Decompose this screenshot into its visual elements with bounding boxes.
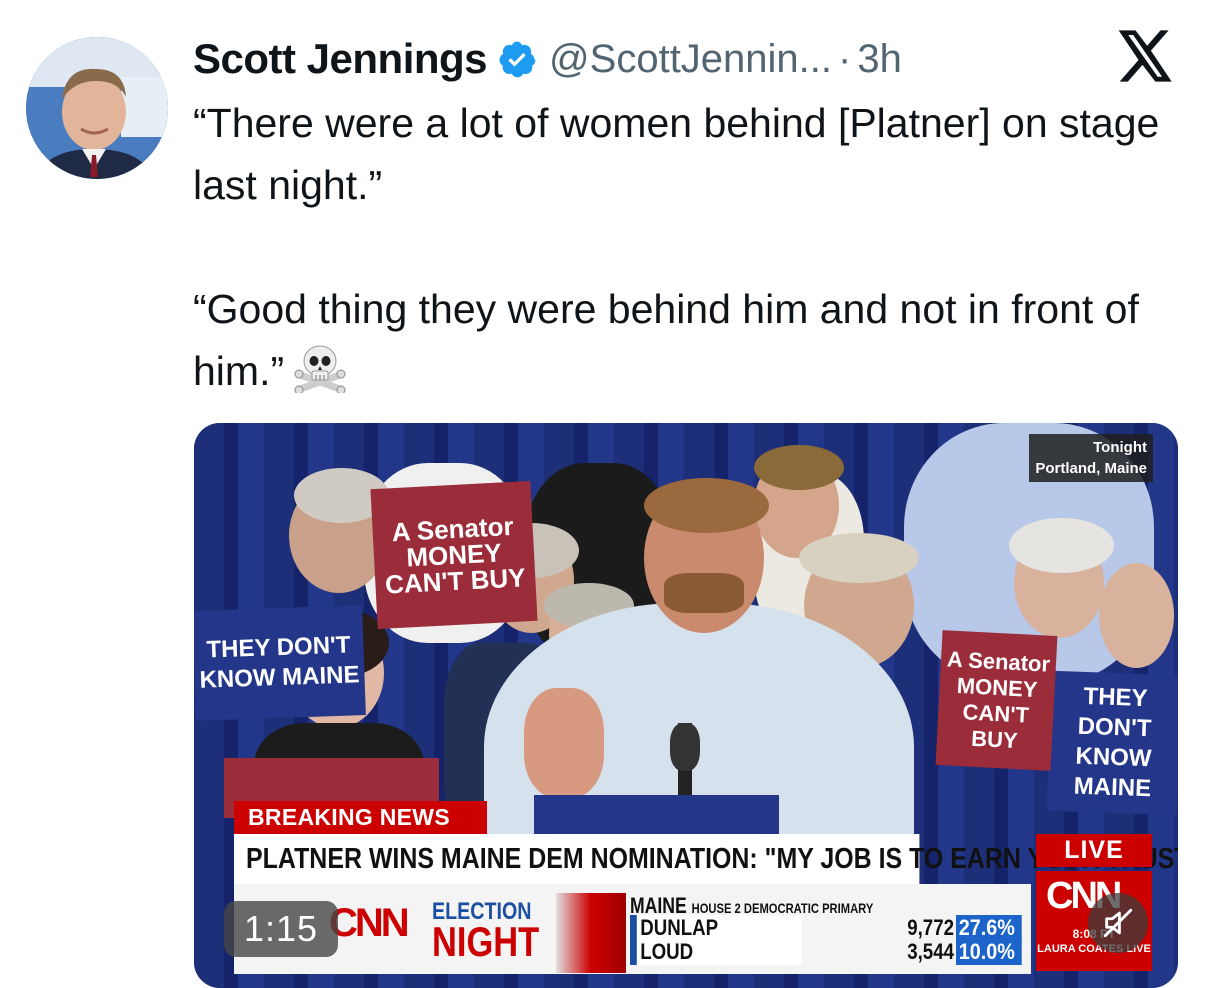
breaking-news-label: BREAKING NEWS	[234, 801, 487, 834]
skull-crossbones-icon	[294, 341, 346, 395]
crowd-sign: THEY DON'T KNOW MAINE	[1046, 670, 1178, 816]
election-night-label: ELECTION NIGHT	[432, 898, 540, 965]
author-handle[interactable]: @ScottJennin...	[549, 37, 832, 82]
video-timer: 1:15	[224, 901, 338, 957]
crowd-sign: THEY DON'T KNOW MAINE	[194, 605, 366, 721]
result-row: LOUD 3,544 10.0%	[630, 938, 1030, 965]
tweet-header: Scott Jennings @ScottJennin... · 3h	[193, 30, 902, 88]
tweet-paragraph-2: “Good thing they were behind him and not…	[193, 278, 1183, 402]
result-row: DUNLAP 9,772 27.6%	[630, 914, 1030, 941]
tweet-paragraph-1: “There were a lot of women behind [Platn…	[193, 100, 1160, 208]
post-time[interactable]: 3h	[857, 37, 902, 82]
cnn-logo: CNN	[329, 901, 410, 945]
crowd-sign: A Senator MONEY CAN'T BUY	[935, 630, 1058, 771]
tweet-text: “There were a lot of women behind [Platn…	[193, 92, 1183, 402]
race-results: MAINE HOUSE 2 DEMOCRATIC PRIMARY DUNLAP …	[630, 893, 1030, 965]
author-avatar[interactable]	[26, 37, 168, 179]
author-name[interactable]: Scott Jennings	[193, 35, 488, 83]
crowd-sign: A Senator MONEY CAN'T BUY	[370, 480, 538, 630]
live-badge: LIVE	[1036, 834, 1152, 867]
mute-icon[interactable]	[1088, 893, 1148, 953]
separator-dot: ·	[838, 36, 852, 81]
x-logo-icon	[1118, 30, 1174, 82]
video-player[interactable]: A Senator MONEY CAN'T BUY THEY DON'T KNO…	[194, 423, 1178, 988]
location-tag: Tonight Portland, Maine	[1029, 434, 1153, 482]
news-headline: PLATNER WINS MAINE DEM NOMINATION: "MY J…	[234, 834, 1178, 884]
divider-stripe	[556, 893, 626, 973]
race-title: MAINE HOUSE 2 DEMOCRATIC PRIMARY	[630, 893, 874, 918]
verified-badge-icon	[497, 39, 537, 79]
